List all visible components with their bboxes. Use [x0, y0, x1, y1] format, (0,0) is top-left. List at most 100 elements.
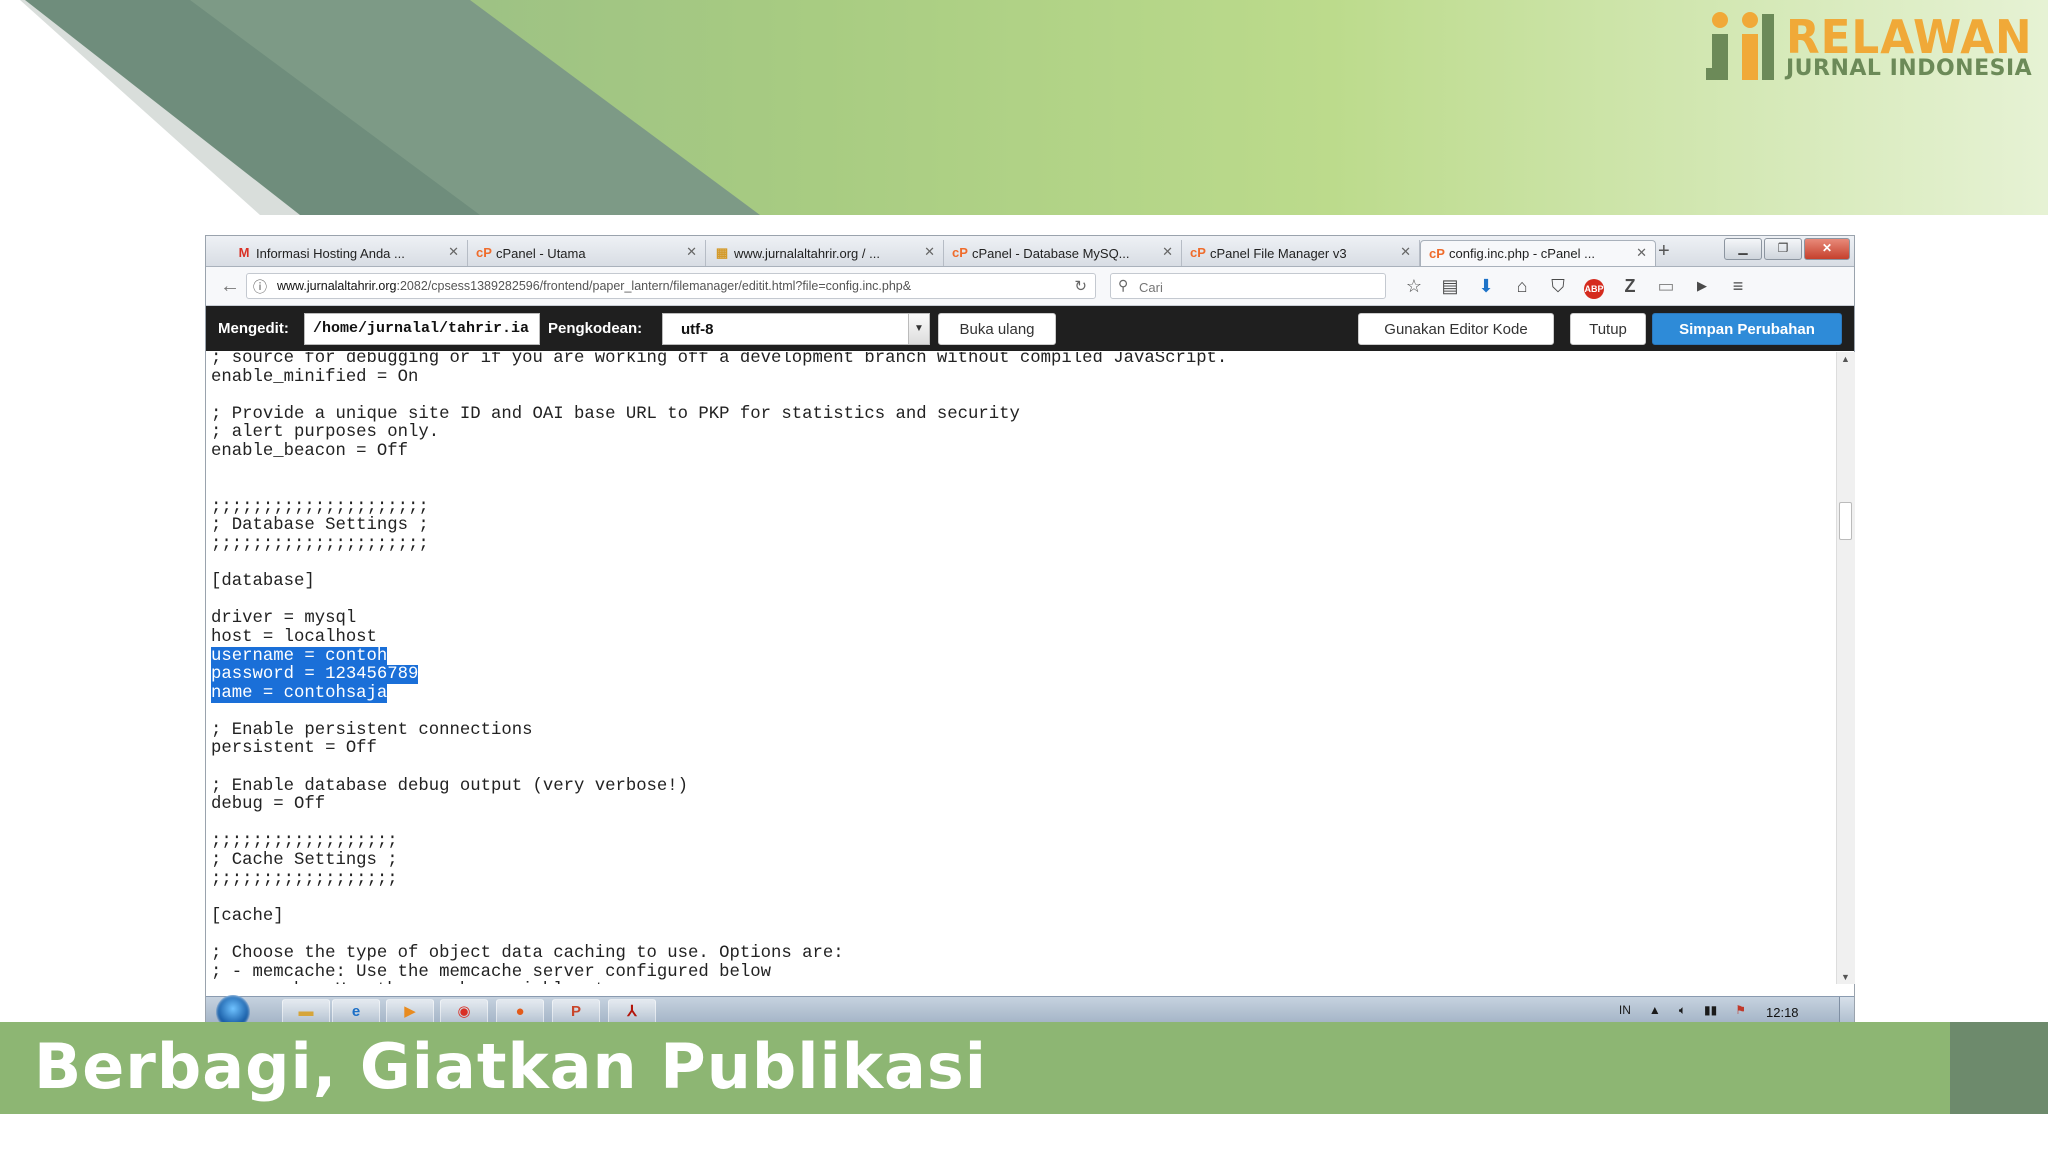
code-line[interactable]: ;;;;;;;;;;;;;;;;;; — [211, 870, 1227, 890]
reload-icon[interactable]: ↻ — [1074, 277, 1087, 295]
zotero-icon[interactable]: Z — [1612, 273, 1648, 299]
code-line[interactable]: ;;;;;;;;;;;;;;;;;;;;; — [211, 498, 1227, 518]
scroll-up-icon[interactable]: ▲ — [1841, 354, 1850, 364]
language-indicator[interactable]: IN — [1619, 1003, 1631, 1018]
selected-code-text: password = 123456789 — [211, 665, 419, 685]
adblock-icon[interactable]: ABP — [1576, 273, 1612, 299]
code-line[interactable] — [211, 592, 1227, 611]
code-line[interactable]: password = 123456789 — [211, 665, 1227, 685]
code-line-text: debug = Off — [211, 795, 326, 815]
download-icon[interactable]: ⬇ — [1468, 273, 1504, 299]
code-line[interactable]: ; - xcache: Use the xcache variable stor… — [211, 981, 1227, 984]
save-changes-button[interactable]: Simpan Perubahan — [1652, 313, 1842, 345]
minimize-icon[interactable]: ▁ — [1724, 238, 1762, 260]
restore-icon[interactable]: ❐ — [1764, 238, 1802, 260]
code-text[interactable]: ; source for debugging or if you are wor… — [211, 352, 1227, 984]
scrollbar-thumb[interactable] — [1839, 502, 1852, 540]
code-line[interactable]: enable_beacon = Off — [211, 442, 1227, 462]
code-line[interactable]: ; Enable database debug output (very ver… — [211, 777, 1227, 797]
logo-word-jurnal: JURNAL INDONESIA — [1786, 56, 2033, 81]
code-line[interactable]: ; Choose the type of object data caching… — [211, 944, 1227, 964]
code-line[interactable]: ; Cache Settings ; — [211, 851, 1227, 871]
tab-config-inc-php[interactable]: cP config.inc.php - cPanel ... ✕ — [1420, 240, 1656, 266]
site-icon: ▦ — [715, 245, 729, 260]
code-line[interactable]: ; Enable persistent connections — [211, 721, 1227, 741]
code-line[interactable]: [cache] — [211, 907, 1227, 927]
file-path-field[interactable]: /home/jurnalal/tahrir.ia — [304, 313, 540, 345]
use-code-editor-button[interactable]: Gunakan Editor Kode — [1358, 313, 1554, 345]
tab-cpanel-file-manager[interactable]: cP cPanel File Manager v3 ✕ — [1182, 240, 1420, 266]
code-line[interactable]: persistent = Off — [211, 740, 1227, 759]
code-line[interactable]: ;;;;;;;;;;;;;;;;;;;;; — [211, 535, 1227, 555]
url-path: :2082/cpsess1389282596/frontend/paper_la… — [396, 279, 912, 293]
home-icon[interactable]: ⌂ — [1504, 273, 1540, 299]
network-icon[interactable]: ▮▮ — [1704, 1003, 1717, 1018]
browser-window: M Informasi Hosting Anda ... ✕ cP cPanel… — [206, 236, 1855, 1029]
tab-jurnalaltahrir[interactable]: ▦ www.jurnalaltahrir.org / ... ✕ — [706, 240, 944, 266]
chevron-down-icon: ▼ — [908, 314, 929, 344]
volume-icon[interactable]: 🔈︎ — [1679, 1003, 1686, 1018]
code-line[interactable]: [database] — [211, 572, 1227, 592]
menu-icon[interactable]: ≡ — [1720, 273, 1756, 299]
back-icon[interactable]: ← — [220, 276, 240, 296]
code-line[interactable] — [211, 387, 1227, 406]
search-input[interactable] — [1137, 277, 1381, 297]
search-icon: ⚲ — [1118, 277, 1129, 293]
scroll-down-icon[interactable]: ▼ — [1841, 972, 1850, 982]
tab-label: cPanel - Database MySQ... — [972, 245, 1130, 261]
navigation-bar: ← ⓘ www.jurnalaltahrir.org:2082/cpsess13… — [206, 267, 1854, 306]
screenshot-icon[interactable]: ▭ — [1648, 273, 1684, 299]
pocket-icon[interactable]: ⛉ — [1540, 273, 1576, 299]
encoding-select[interactable]: utf-8 ▼ — [662, 313, 930, 345]
info-icon[interactable]: ⓘ — [253, 277, 267, 297]
code-line[interactable] — [211, 759, 1227, 778]
search-box[interactable]: ⚲ — [1110, 273, 1386, 299]
code-line-text: ; Database Settings ; — [211, 516, 429, 536]
close-icon[interactable]: ✕ — [1400, 244, 1411, 260]
youtube-icon[interactable]: ▶ — [1684, 273, 1720, 299]
code-line[interactable]: driver = mysql — [211, 610, 1227, 629]
code-line[interactable]: ; alert purposes only. — [211, 424, 1227, 443]
editor-toolbar: Mengedit: /home/jurnalal/tahrir.ia Pengk… — [206, 306, 1854, 351]
code-line[interactable] — [211, 480, 1227, 499]
code-line[interactable]: ; Database Settings ; — [211, 517, 1227, 536]
code-line-text: [database] — [211, 572, 315, 592]
close-window-icon[interactable]: ✕ — [1804, 238, 1850, 260]
code-line[interactable]: name = contohsaja — [211, 683, 1227, 704]
vertical-scrollbar[interactable]: ▲ ▼ — [1836, 352, 1855, 984]
address-bar[interactable]: ⓘ www.jurnalaltahrir.org:2082/cpsess1389… — [246, 273, 1096, 299]
tab-cpanel-database[interactable]: cP cPanel - Database MySQ... ✕ — [944, 240, 1182, 266]
code-line[interactable] — [211, 555, 1227, 574]
close-icon[interactable]: ✕ — [924, 244, 935, 260]
close-icon[interactable]: ✕ — [686, 244, 697, 260]
code-line[interactable]: username = contoh — [211, 646, 1227, 667]
code-line[interactable]: ; source for debugging or if you are wor… — [211, 352, 1227, 369]
bookmark-star-icon[interactable]: ☆ — [1396, 273, 1432, 299]
tab-cpanel-utama[interactable]: cP cPanel - Utama ✕ — [468, 240, 706, 266]
code-line[interactable]: enable_minified = On — [211, 368, 1227, 388]
reload-button[interactable]: Buka ulang — [938, 313, 1056, 345]
code-line[interactable] — [211, 889, 1227, 908]
action-center-icon[interactable]: ⚑ — [1735, 1003, 1746, 1018]
close-icon[interactable]: ✕ — [448, 244, 459, 260]
code-line[interactable]: debug = Off — [211, 795, 1227, 815]
close-icon[interactable]: ✕ — [1636, 245, 1647, 261]
code-editor-area[interactable]: ; source for debugging or if you are wor… — [206, 352, 1836, 984]
close-icon[interactable]: ✕ — [1162, 244, 1173, 260]
selected-code-text: username = contoh — [211, 646, 388, 666]
new-tab-icon[interactable]: + — [1658, 239, 1670, 263]
code-line[interactable] — [211, 462, 1227, 481]
code-line[interactable]: ; Provide a unique site ID and OAI base … — [211, 405, 1227, 425]
tab-gmail[interactable]: M Informasi Hosting Anda ... ✕ — [228, 240, 468, 266]
reading-list-icon[interactable]: ▤ — [1432, 273, 1468, 299]
taskbar-clock[interactable]: 12:18 — [1766, 1005, 1799, 1020]
code-line[interactable]: ; - memcache: Use the memcache server co… — [211, 963, 1227, 983]
code-line-text: ;;;;;;;;;;;;;;;;;; — [211, 832, 398, 852]
close-button[interactable]: Tutup — [1570, 313, 1646, 345]
code-line[interactable] — [211, 703, 1227, 722]
code-line[interactable]: host = localhost — [211, 628, 1227, 648]
code-line[interactable] — [211, 815, 1227, 834]
code-line[interactable]: ;;;;;;;;;;;;;;;;;; — [211, 833, 1227, 852]
code-line[interactable] — [211, 926, 1227, 945]
tray-expand-icon[interactable]: ▲ — [1649, 1003, 1661, 1018]
